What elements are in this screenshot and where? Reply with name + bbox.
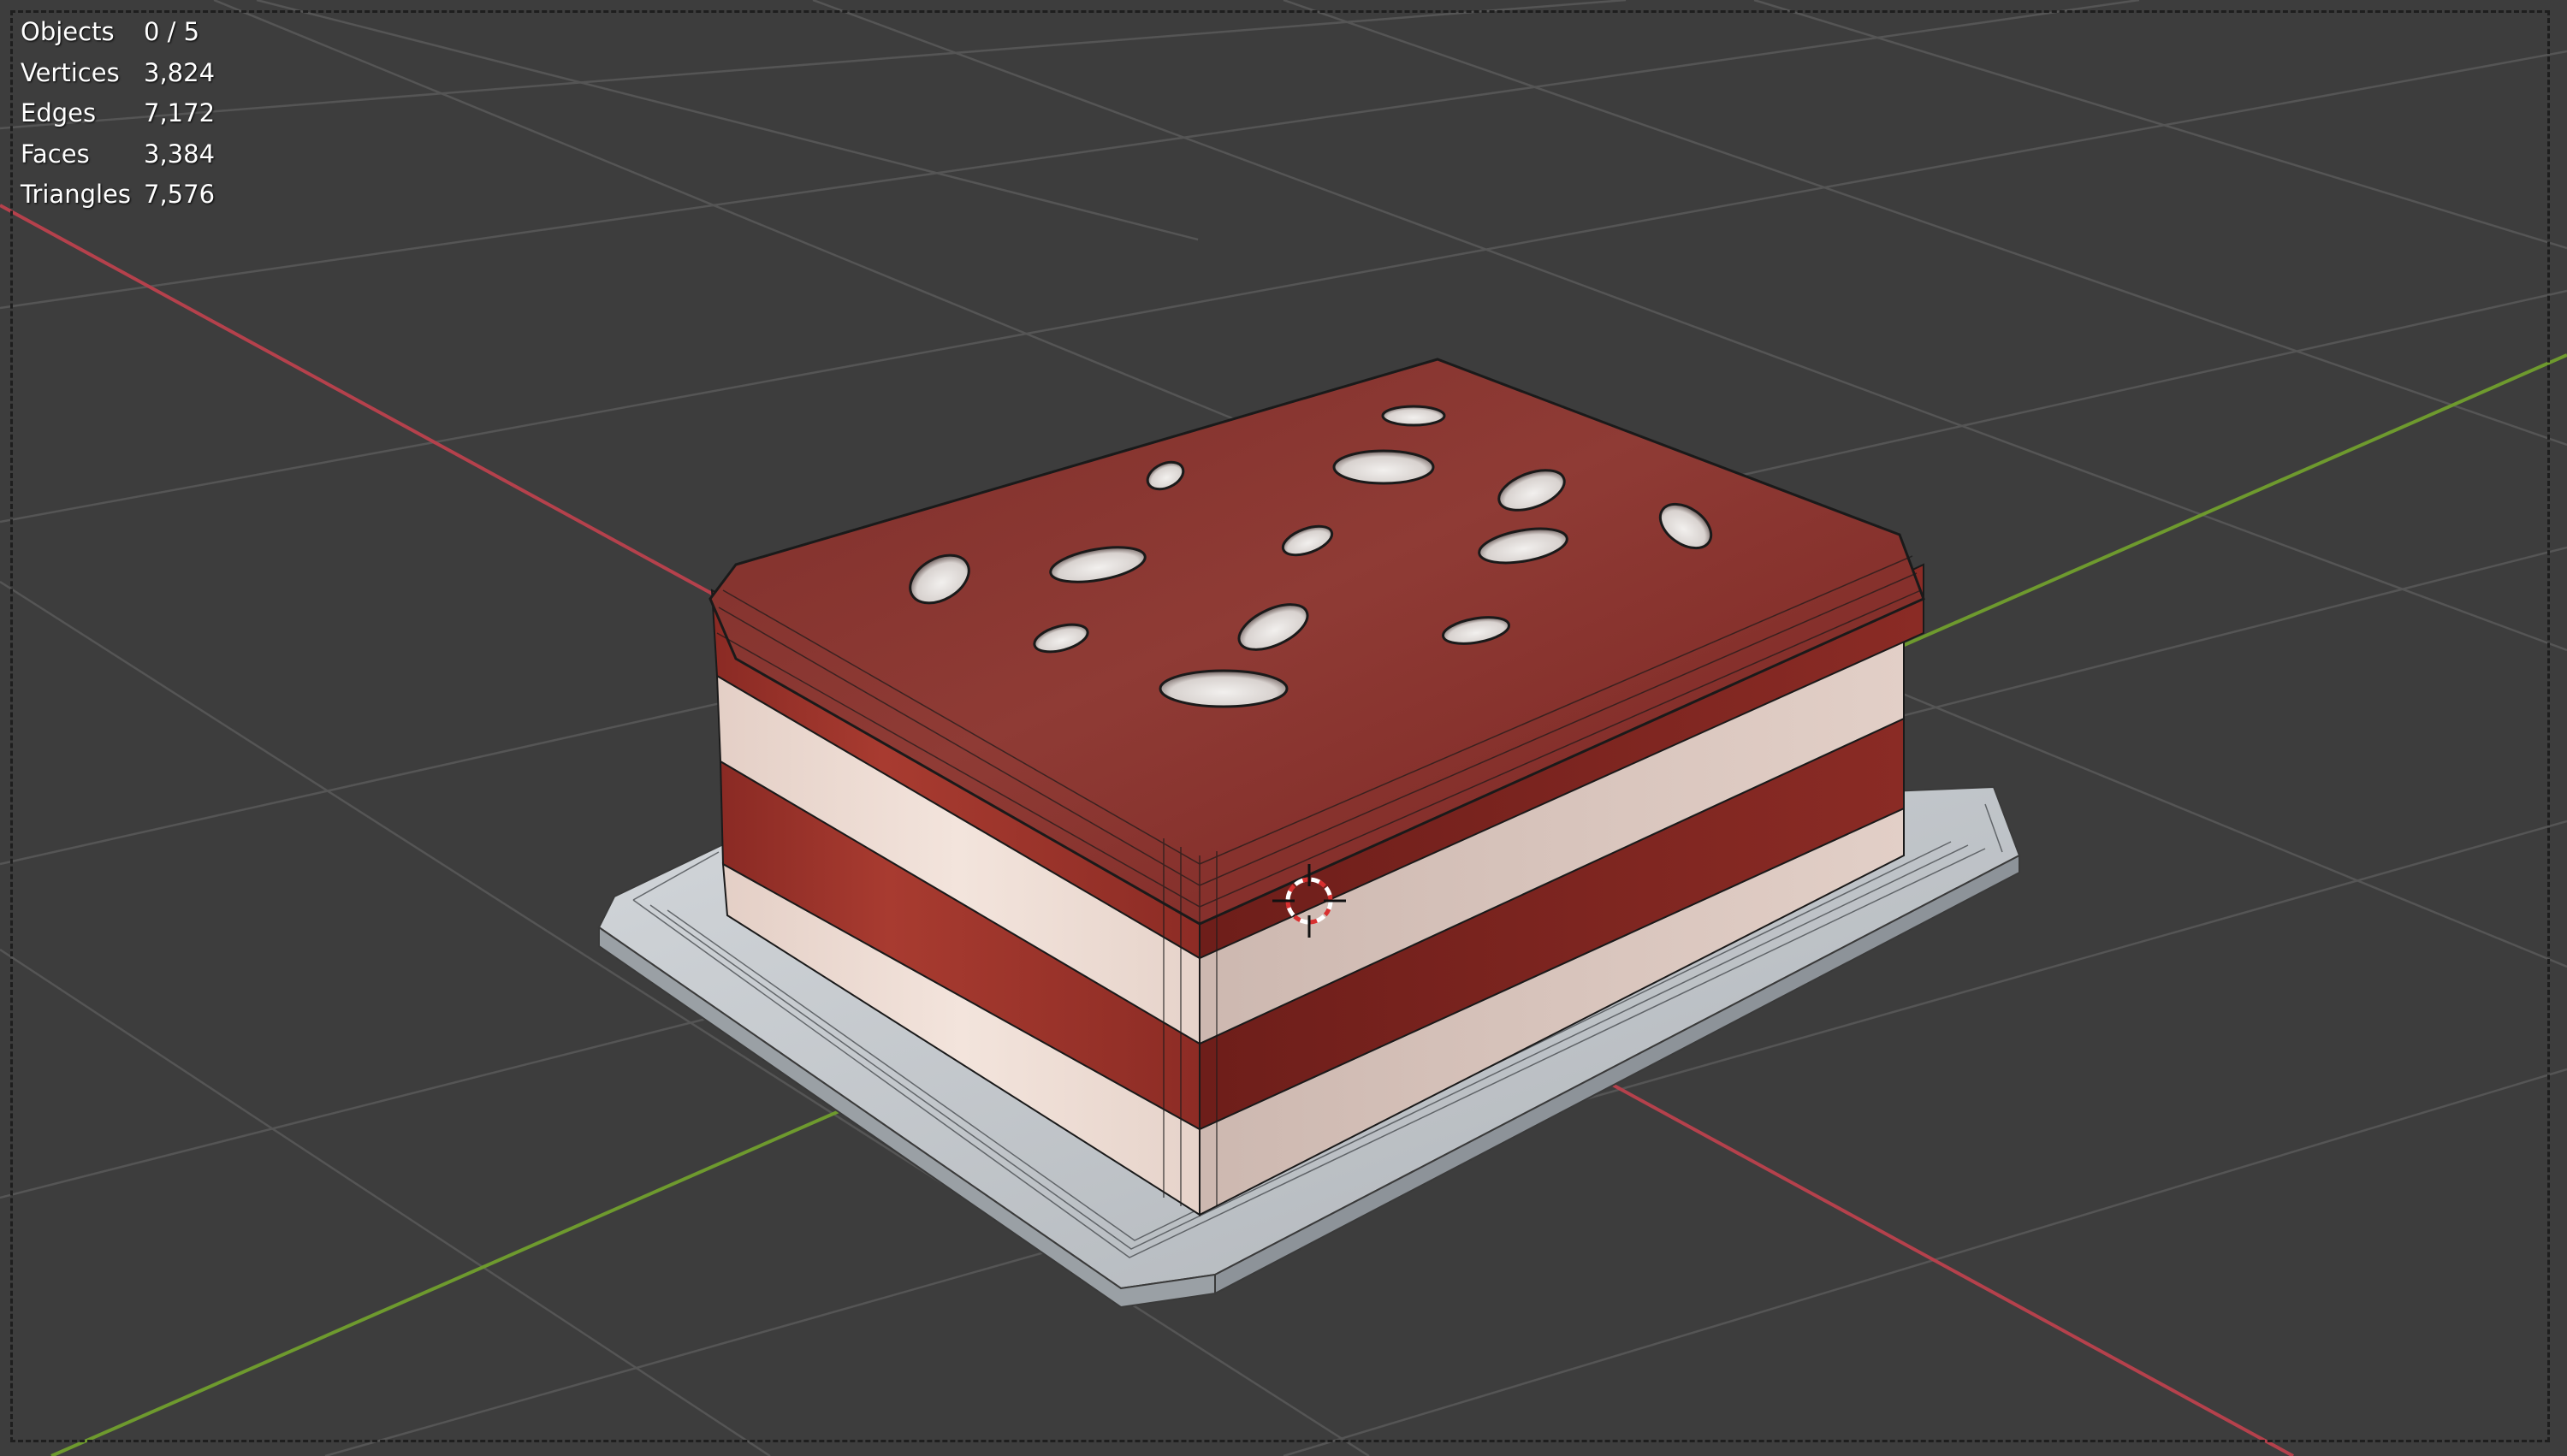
stat-row-vertices: Vertices 3,824 <box>21 53 246 94</box>
stat-row-triangles: Triangles 7,576 <box>21 175 246 216</box>
stat-row-objects: Objects 0 / 5 <box>21 12 246 53</box>
viewport-statistics-overlay: Objects 0 / 5 Vertices 3,824 Edges 7,172 Faces… <box>21 12 246 216</box>
viewport-scene[interactable] <box>0 0 2567 1456</box>
stat-label: Objects <box>21 17 115 46</box>
stat-value: 7,172 <box>144 98 216 127</box>
stat-row-edges: Edges 7,172 <box>21 93 246 134</box>
stat-label: Faces <box>21 139 90 169</box>
stat-label: Vertices <box>21 57 120 87</box>
stat-row-faces: Faces 3,384 <box>21 134 246 175</box>
stat-value: 3,824 <box>144 57 216 87</box>
stat-value: 3,384 <box>144 139 216 169</box>
stat-label: Triangles <box>21 180 131 209</box>
stat-value: 7,576 <box>144 180 216 209</box>
3d-viewport[interactable]: Objects 0 / 5 Vertices 3,824 Edges 7,172 Faces… <box>0 0 2567 1456</box>
stat-value: 0 / 5 <box>144 17 200 46</box>
stat-label: Edges <box>21 98 97 127</box>
